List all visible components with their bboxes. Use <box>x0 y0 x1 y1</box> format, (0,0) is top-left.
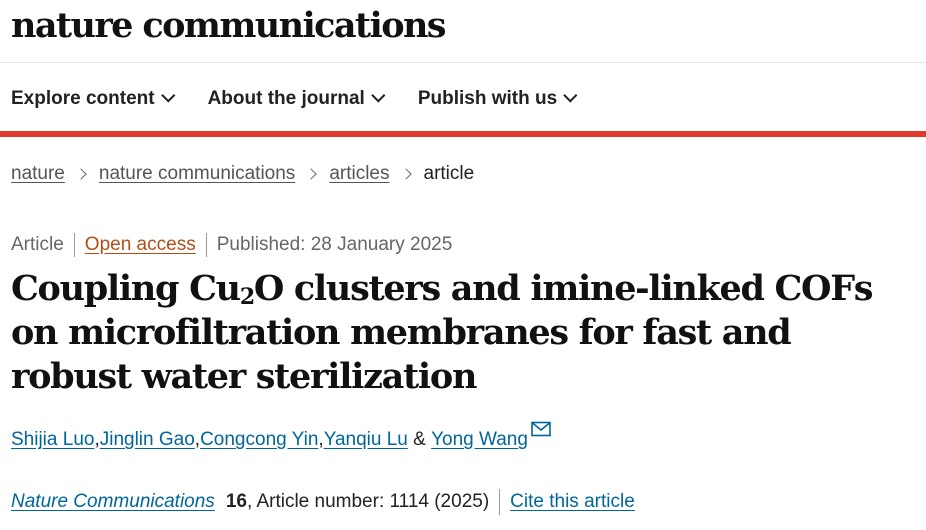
author-link[interactable]: Shijia Luo <box>11 429 94 451</box>
breadcrumb-link-articles[interactable]: articles <box>329 163 389 185</box>
breadcrumb-link-journal[interactable]: nature communications <box>99 163 295 185</box>
chevron-right-icon <box>75 168 87 180</box>
site-logo[interactable]: nature communications <box>11 2 447 50</box>
author-link-corresponding[interactable]: Yong Wang <box>431 429 528 451</box>
author-list: Shijia Luo, Jinglin Gao, Congcong Yin, Y… <box>11 421 551 451</box>
breadcrumb: nature nature communications articles ar… <box>11 163 474 185</box>
citation-line: Nature Communications 16 , Article numbe… <box>11 489 635 515</box>
breadcrumb-current: article <box>423 163 475 184</box>
meta-divider <box>73 233 75 257</box>
article-type: Article <box>11 234 64 255</box>
article-page: nature communications Explore content Ab… <box>0 0 926 530</box>
volume-number: 16 <box>225 491 247 512</box>
nav-about-journal[interactable]: About the journal <box>207 88 386 110</box>
author-link[interactable]: Congcong Yin <box>200 429 318 451</box>
citation-divider <box>499 489 501 515</box>
header-divider <box>0 62 926 63</box>
nav-label: About the journal <box>207 88 365 109</box>
breadcrumb-link-nature[interactable]: nature <box>11 163 65 185</box>
chevron-down-icon <box>371 88 386 103</box>
title-subscript: 2 <box>239 284 255 310</box>
chevron-right-icon <box>399 168 412 180</box>
author-link[interactable]: Yanqiu Lu <box>324 429 408 451</box>
mail-icon[interactable] <box>531 421 551 443</box>
article-title: Coupling Cu2O clusters and imine-linked … <box>11 267 916 399</box>
meta-divider <box>205 233 207 257</box>
author-and: & <box>407 429 432 450</box>
chevron-right-icon <box>305 168 317 180</box>
main-nav: Explore content About the journal Publis… <box>11 84 610 114</box>
nav-label: Publish with us <box>417 88 558 109</box>
author-link[interactable]: Jinglin Gao <box>100 429 195 451</box>
chevron-down-icon <box>563 88 578 103</box>
accent-divider <box>0 131 926 137</box>
published-date: Published: 28 January 2025 <box>216 234 453 255</box>
open-access-link[interactable]: Open access <box>85 234 196 256</box>
cite-this-article-link[interactable]: Cite this article <box>510 491 635 513</box>
article-number: , Article number: 1114 (2025) <box>246 491 490 512</box>
nav-publish-with-us[interactable]: Publish with us <box>417 88 578 110</box>
article-meta: Article Open access Published: 28 Januar… <box>11 233 452 257</box>
chevron-down-icon <box>160 88 175 103</box>
nav-label: Explore content <box>11 88 155 109</box>
journal-link[interactable]: Nature Communications <box>11 491 215 513</box>
nav-explore-content[interactable]: Explore content <box>11 88 175 110</box>
title-part-1: Coupling Cu <box>11 268 241 309</box>
